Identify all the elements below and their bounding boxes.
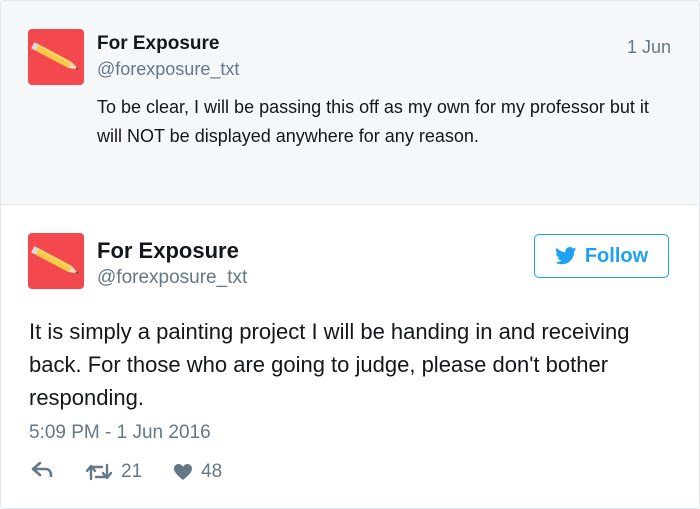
retweet-icon bbox=[85, 463, 113, 481]
tweet-embed: For Exposure @forexposure_txt 1 Jun To b… bbox=[0, 0, 700, 509]
tweet-timestamp[interactable]: 5:09 PM - 1 Jun 2016 bbox=[29, 422, 211, 444]
tweet-text: It is simply a painting project I will b… bbox=[29, 319, 630, 410]
parent-tweet[interactable]: For Exposure @forexposure_txt 1 Jun To b… bbox=[1, 1, 699, 205]
author-name[interactable]: For Exposure bbox=[97, 238, 239, 264]
pencil-icon bbox=[31, 246, 79, 274]
retweet-count: 21 bbox=[121, 461, 143, 482]
bird-icon bbox=[554, 247, 577, 265]
author-name[interactable]: For Exposure bbox=[97, 33, 219, 55]
avatar[interactable] bbox=[28, 29, 84, 85]
follow-label: Follow bbox=[584, 244, 649, 267]
tweet-text: To be clear, I will be passing this off … bbox=[97, 97, 649, 146]
tweet-date[interactable]: 1 Jun bbox=[627, 37, 671, 58]
like-count: 48 bbox=[201, 461, 223, 482]
pencil-icon bbox=[31, 42, 79, 70]
author-handle[interactable]: @forexposure_txt bbox=[97, 59, 239, 80]
author-handle[interactable]: @forexposure_txt bbox=[97, 267, 247, 289]
like-button[interactable]: 48 bbox=[173, 461, 222, 483]
avatar[interactable] bbox=[28, 233, 84, 289]
reply-button[interactable] bbox=[31, 461, 53, 477]
reply-icon bbox=[31, 461, 53, 477]
retweet-button[interactable]: 21 bbox=[85, 461, 142, 483]
follow-button[interactable]: Follow bbox=[534, 234, 669, 278]
heart-icon bbox=[174, 464, 192, 480]
